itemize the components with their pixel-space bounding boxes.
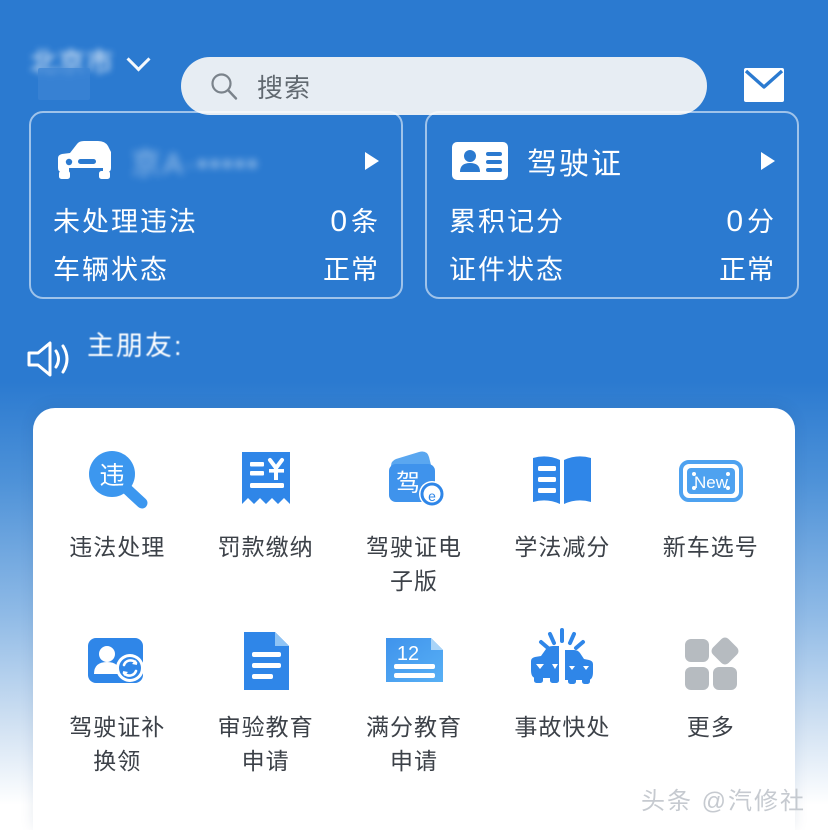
vehicle-plate-number: 京A·•••••: [131, 139, 357, 183]
service-label: 满分教育 申请: [366, 710, 462, 778]
vehicle-status-row: 车辆状态 正常: [53, 248, 379, 287]
license-points-row: 累积记分 0分: [449, 200, 775, 239]
vehicle-status-value: 正常: [323, 248, 379, 287]
full-score-education-icon: 12: [377, 624, 451, 698]
service-label: 更多: [687, 710, 735, 744]
service-tile-full-score-education[interactable]: 12 满分教育 申请: [340, 616, 488, 778]
vehicle-violations-value: 0条: [330, 200, 379, 239]
chevron-down-icon[interactable]: [128, 49, 150, 71]
service-tile-fine-payment[interactable]: 罚款缴纳: [191, 436, 339, 598]
service-tile-study-reduce-points[interactable]: 学法减分: [488, 436, 636, 598]
service-label: 罚款缴纳: [218, 530, 314, 564]
services-panel: 违 违法处理 罚款缴纳: [33, 408, 795, 830]
app-root: 北京市 搜索: [0, 0, 828, 830]
license-renew-icon: [80, 624, 154, 698]
service-label: 违法处理: [69, 530, 165, 564]
search-icon: [209, 71, 239, 101]
status-cards: 京A·••••• 未处理违法 0条 车辆状态 正常: [0, 111, 828, 299]
vehicle-card-header: 京A·•••••: [53, 131, 379, 191]
svg-text:New: New: [694, 473, 729, 492]
announcement-bar[interactable]: 主朋友:: [25, 318, 625, 384]
license-title: 驾驶证: [527, 139, 753, 183]
more-grid-icon: [674, 624, 748, 698]
vehicle-status-label: 车辆状态: [53, 248, 169, 287]
speaker-icon: [25, 336, 75, 382]
license-card-header: 驾驶证: [449, 131, 775, 191]
accident-icon: [525, 624, 599, 698]
service-label: 新车选号: [663, 530, 759, 564]
new-plate-icon: New: [674, 444, 748, 518]
announcement-text: 主朋友:: [87, 324, 184, 363]
watermark: 头条 @汽修社: [641, 781, 806, 816]
service-tile-accident[interactable]: 事故快处: [488, 616, 636, 778]
service-label: 学法减分: [514, 530, 610, 564]
license-status-row: 证件状态 正常: [449, 248, 775, 287]
violation-search-icon: 违: [80, 444, 154, 518]
svg-text:驾: 驾: [396, 470, 420, 497]
svg-text:违: 违: [100, 462, 125, 490]
id-card-icon: [449, 138, 511, 184]
service-tile-new-plate[interactable]: New 新车选号: [637, 436, 785, 598]
vehicle-card[interactable]: 京A·••••• 未处理违法 0条 车辆状态 正常: [29, 111, 403, 299]
location-redaction-overlay: [38, 68, 90, 100]
fine-payment-icon: [229, 444, 303, 518]
license-points-unit: 分: [747, 207, 775, 237]
license-points-value: 0分: [726, 200, 775, 239]
service-label: 驾驶证电 子版: [366, 530, 462, 598]
svg-text:12: 12: [397, 643, 419, 665]
service-tile-more[interactable]: 更多: [637, 616, 785, 778]
service-label: 事故快处: [514, 710, 610, 744]
license-points-label: 累积记分: [449, 200, 565, 239]
e-license-icon: 驾 e: [377, 444, 451, 518]
service-tile-license-renew[interactable]: 驾驶证补 换领: [43, 616, 191, 778]
search-input[interactable]: 搜索: [181, 57, 707, 115]
service-tile-violation-handling[interactable]: 违 违法处理: [43, 436, 191, 598]
services-grid: 违 违法处理 罚款缴纳: [43, 436, 785, 778]
vehicle-violations-unit: 条: [351, 207, 379, 237]
study-book-icon: [525, 444, 599, 518]
top-bar: 北京市 搜索: [0, 26, 828, 94]
car-icon: [53, 138, 115, 184]
chevron-right-icon[interactable]: [761, 152, 775, 170]
vehicle-violations-label: 未处理违法: [53, 200, 198, 239]
license-status-label: 证件状态: [449, 248, 565, 287]
service-label: 审验教育 申请: [218, 710, 314, 778]
license-points-count: 0: [726, 205, 744, 238]
mail-icon[interactable]: [742, 66, 786, 104]
search-placeholder: 搜索: [257, 68, 311, 105]
service-tile-review-education[interactable]: 审验教育 申请: [191, 616, 339, 778]
review-education-icon: [229, 624, 303, 698]
service-tile-e-license[interactable]: 驾 e 驾驶证电 子版: [340, 436, 488, 598]
license-status-value: 正常: [719, 248, 775, 287]
vehicle-violations-count: 0: [330, 205, 348, 238]
service-label: 驾驶证补 换领: [69, 710, 165, 778]
license-card[interactable]: 驾驶证 累积记分 0分 证件状态 正常: [425, 111, 799, 299]
chevron-right-icon[interactable]: [365, 152, 379, 170]
svg-text:e: e: [428, 488, 436, 504]
vehicle-violations-row: 未处理违法 0条: [53, 200, 379, 239]
